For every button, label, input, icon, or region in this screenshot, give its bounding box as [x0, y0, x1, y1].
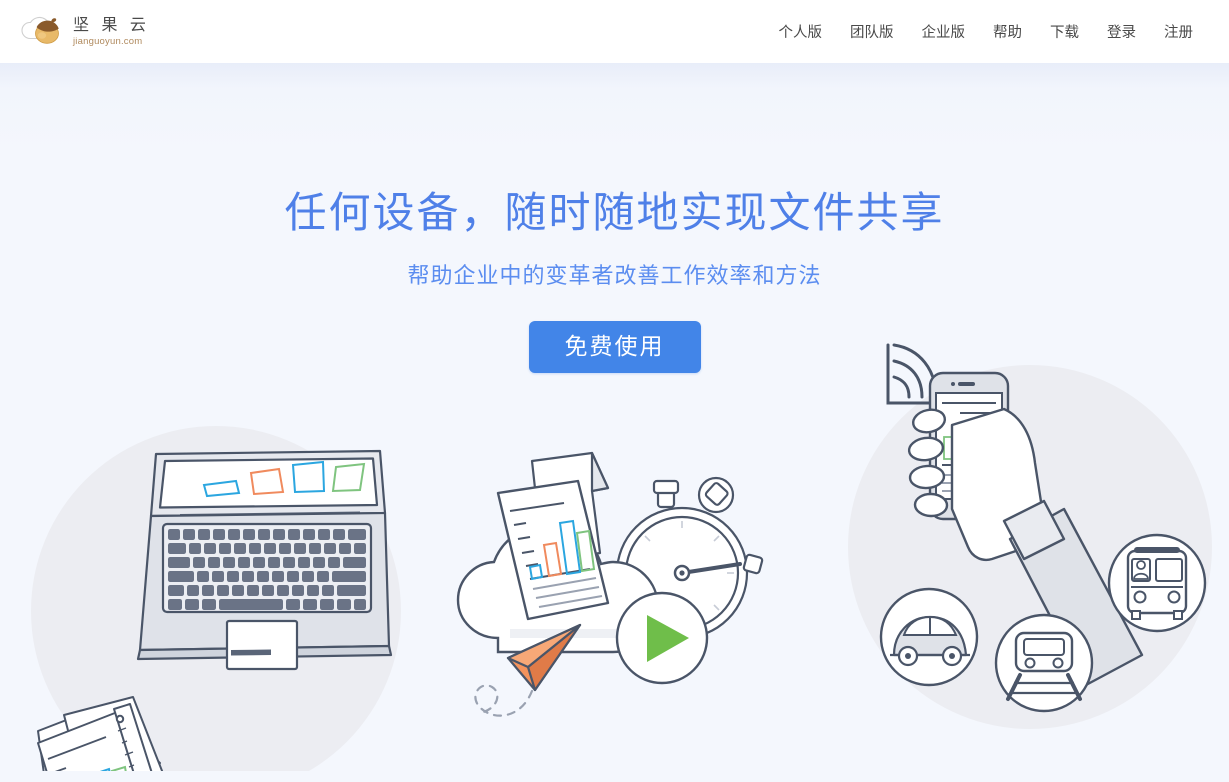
acorn-cloud-logo-icon: [21, 16, 59, 44]
hand-phone-transport-illustration: [848, 343, 1212, 729]
train-icon: [994, 613, 1094, 713]
page-title: 任何设备，随时随地实现文件共享: [284, 189, 945, 236]
nav-item-personal[interactable]: 个人版: [765, 15, 837, 48]
nav-item-team[interactable]: 团队版: [836, 15, 908, 48]
nav-item-help[interactable]: 帮助: [979, 15, 1036, 48]
nav-item-download[interactable]: 下载: [1036, 15, 1093, 48]
hero-section: 任何设备，随时随地实现文件共享 帮助企业中的变革者改善工作效率和方法 免费使用: [0, 63, 1229, 782]
hero-subtitle: 帮助企业中的变革者改善工作效率和方法: [407, 263, 822, 289]
nav-item-login[interactable]: 登录: [1093, 15, 1150, 48]
main-navigation: 个人版 团队版 企业版 帮助 下载 登录 注册: [765, 15, 1208, 48]
paper-plane-trail: [474, 684, 534, 717]
site-header: 坚 果 云 jianguoyun.com 个人版 团队版 企业版 帮助 下载 登…: [0, 0, 1229, 63]
hero-copy: 任何设备，随时随地实现文件共享 帮助企业中的变革者改善工作效率和方法 免费使用: [0, 63, 1229, 373]
cta-wrapper: 免费使用: [0, 320, 1229, 373]
brand-name: 坚 果 云: [73, 16, 150, 34]
brand-text: 坚 果 云 jianguoyun.com: [73, 17, 150, 47]
play-button-graphic: [615, 591, 709, 685]
page-root: 坚 果 云 jianguoyun.com 个人版 团队版 企业版 帮助 下载 登…: [0, 0, 1229, 782]
nav-item-register[interactable]: 注册: [1150, 15, 1207, 48]
cloud-documents-illustration: [456, 451, 764, 717]
free-trial-button[interactable]: 免费使用: [528, 320, 701, 373]
nav-item-enterprise[interactable]: 企业版: [908, 15, 980, 48]
brand-domain: jianguoyun.com: [73, 35, 143, 47]
brand-logo-link[interactable]: 坚 果 云 jianguoyun.com: [20, 15, 150, 49]
laptop-desk-illustration: [31, 426, 401, 771]
car-icon: [879, 587, 979, 687]
bus-icon: [1107, 533, 1207, 633]
